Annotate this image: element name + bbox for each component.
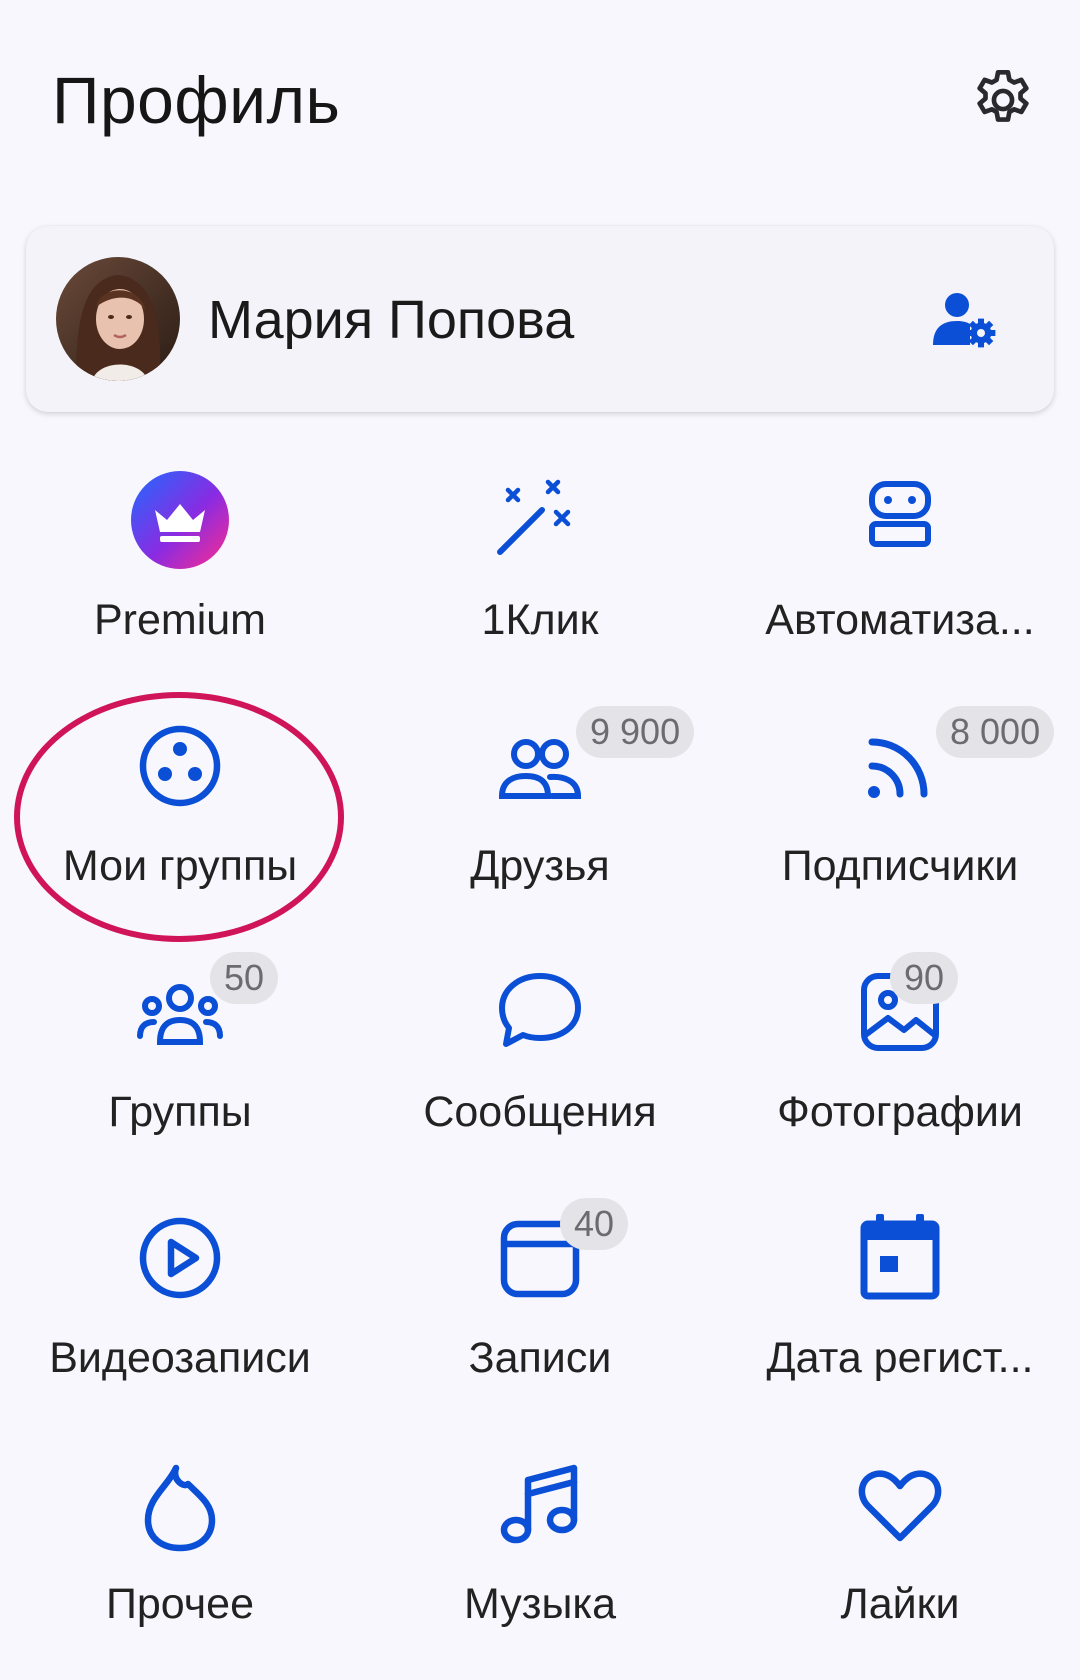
- flame-icon: [130, 1454, 230, 1554]
- menu-item-label: Видеозаписи: [49, 1334, 311, 1382]
- magic-wand-icon: [490, 470, 590, 570]
- menu-item-label: Дата регист...: [766, 1334, 1034, 1382]
- feed-icon: [850, 716, 950, 816]
- menu-item-label: Мои группы: [62, 842, 298, 890]
- menu-item-label: Лайки: [840, 1580, 960, 1628]
- groups-count-badge: 50: [210, 952, 279, 1004]
- calendar-icon: [850, 1208, 950, 1308]
- menu-item-automation[interactable]: Автоматиза...: [720, 440, 1080, 686]
- menu-item-label: Группы: [108, 1088, 252, 1136]
- menu-item-my-groups[interactable]: Мои группы: [0, 686, 360, 932]
- menu-item-premium[interactable]: Premium: [0, 440, 360, 686]
- community-icon: [130, 716, 230, 816]
- page-title: Профиль: [52, 63, 341, 137]
- menu-item-label: Сообщения: [423, 1088, 657, 1136]
- photos-count-badge: 90: [890, 952, 959, 1004]
- menu-item-label: Premium: [93, 596, 267, 644]
- menu-item-label: Автоматиза...: [765, 596, 1035, 644]
- subscribers-count-badge: 8 000: [936, 706, 1055, 758]
- menu-item-messages[interactable]: Сообщения: [360, 932, 720, 1178]
- menu-item-label: Прочее: [105, 1580, 255, 1628]
- menu-item-likes[interactable]: Лайки: [720, 1424, 1080, 1670]
- message-icon: [490, 962, 590, 1062]
- posts-count-badge: 40: [560, 1198, 629, 1250]
- user-settings-button[interactable]: [926, 281, 1002, 357]
- settings-button[interactable]: [965, 62, 1041, 138]
- menu-item-label: Музыка: [463, 1580, 617, 1628]
- avatar[interactable]: [56, 257, 180, 381]
- user-settings-icon: [933, 293, 996, 348]
- menu-item-label: Записи: [468, 1334, 612, 1382]
- robot-icon: [850, 470, 950, 570]
- music-icon: [490, 1454, 590, 1554]
- gear-icon: [977, 69, 1029, 122]
- menu-item-label: Фотографии: [777, 1088, 1023, 1136]
- menu-item-one-click[interactable]: 1Клик: [360, 440, 720, 686]
- menu-item-friends[interactable]: 9 900 Друзья: [360, 686, 720, 932]
- profile-name: Мария Попова: [208, 290, 575, 350]
- profile-card[interactable]: Мария Попова: [26, 226, 1054, 412]
- play-icon: [130, 1208, 230, 1308]
- menu-item-groups[interactable]: 50 Группы: [0, 932, 360, 1178]
- menu-item-subscribers[interactable]: 8 000 Подписчики: [720, 686, 1080, 932]
- menu-item-registration-date[interactable]: Дата регист...: [720, 1178, 1080, 1424]
- friends-icon: [490, 716, 590, 816]
- menu-item-photos[interactable]: 90 Фотографии: [720, 932, 1080, 1178]
- menu-item-videos[interactable]: Видеозаписи: [0, 1178, 360, 1424]
- menu-item-posts[interactable]: 40 Записи: [360, 1178, 720, 1424]
- menu-item-other[interactable]: Прочее: [0, 1424, 360, 1670]
- heart-icon: [850, 1454, 950, 1554]
- menu-item-label: Подписчики: [781, 842, 1019, 890]
- menu-item-music[interactable]: Музыка: [360, 1424, 720, 1670]
- friends-count-badge: 9 900: [576, 706, 695, 758]
- menu-item-label: Друзья: [470, 842, 610, 890]
- crown-icon: [130, 470, 230, 570]
- menu-item-label: 1Клик: [481, 596, 599, 644]
